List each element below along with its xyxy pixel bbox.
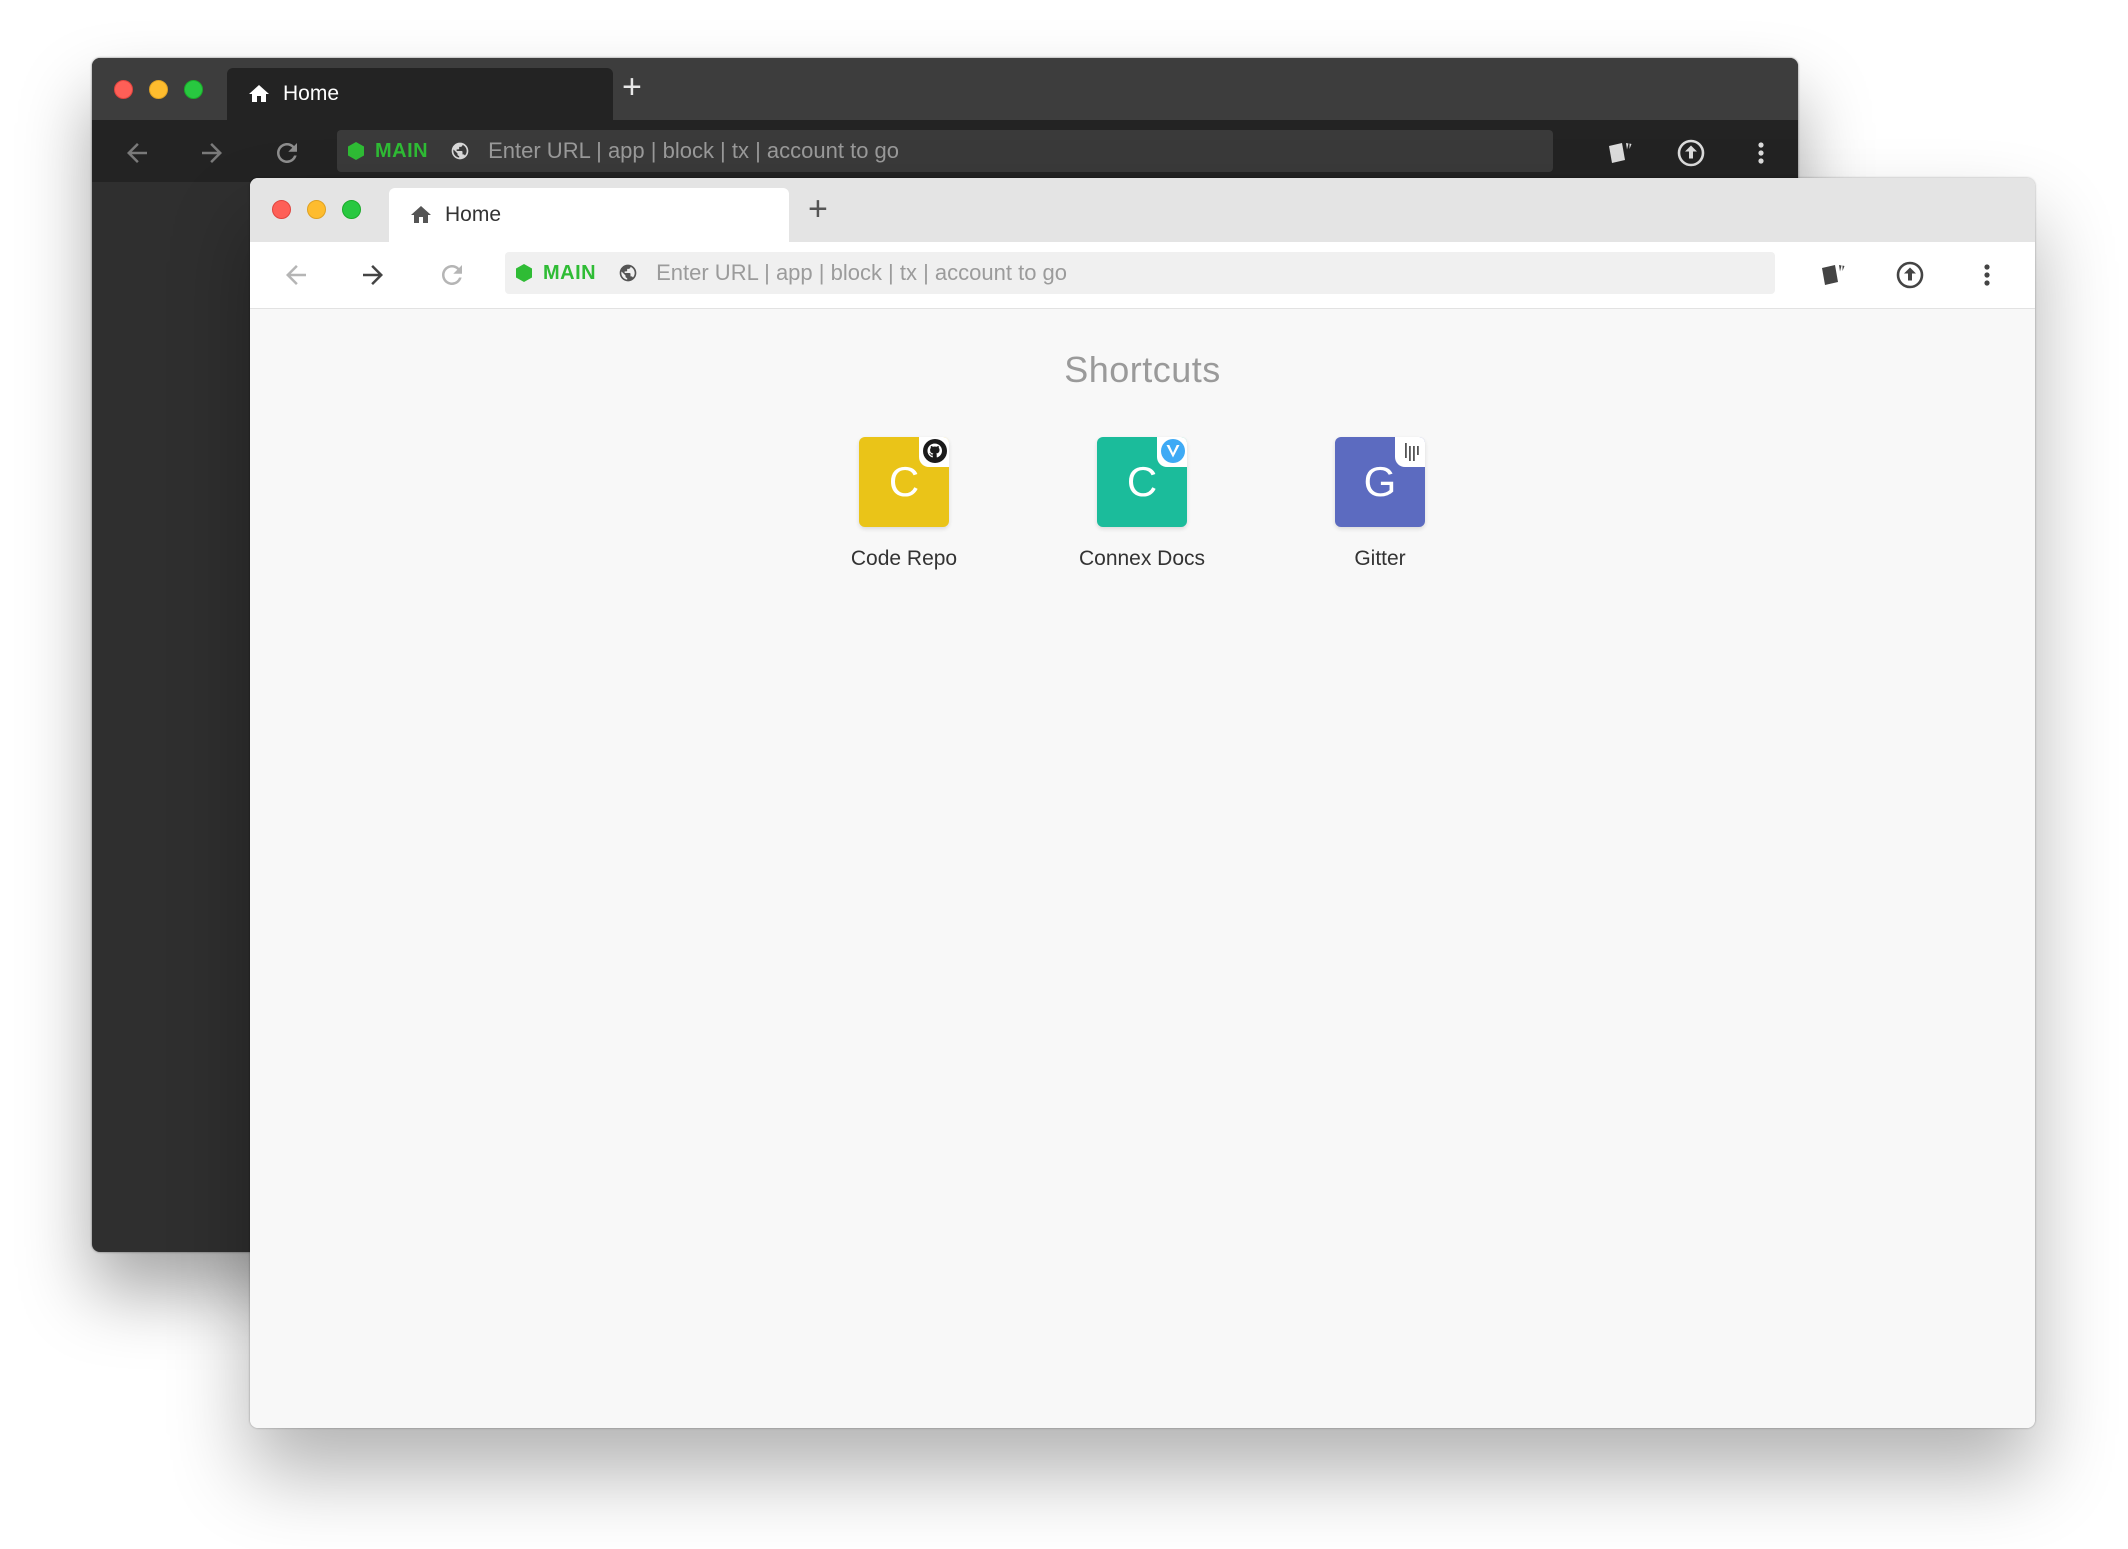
shortcut-label: Connex Docs xyxy=(1078,547,1206,570)
wallet-icon[interactable] xyxy=(1604,137,1636,169)
shortcut-label: Code Repo xyxy=(850,547,958,570)
home-icon xyxy=(247,82,271,106)
minimize-button[interactable] xyxy=(307,200,326,219)
home-icon xyxy=(409,203,433,227)
back-arrow-icon[interactable] xyxy=(122,138,152,173)
page-content: Shortcuts C Code Repo C Connex Docs G Gi… xyxy=(250,309,2035,1428)
shortcut-gitter[interactable]: G Gitter xyxy=(1300,437,1460,571)
address-bar[interactable]: MAIN Enter URL | app | block | tx | acco… xyxy=(505,252,1775,294)
shortcut-tile[interactable]: C xyxy=(1097,437,1187,527)
window-controls xyxy=(272,200,361,219)
github-icon xyxy=(919,437,949,467)
shortcut-letter: C xyxy=(1126,458,1158,505)
window-controls xyxy=(114,80,203,99)
shortcut-label: Gitter xyxy=(1354,547,1406,570)
shortcut-code-repo[interactable]: C Code Repo xyxy=(824,437,984,571)
shortcut-tile[interactable]: G xyxy=(1335,437,1425,527)
shortcut-letter: G xyxy=(1363,458,1397,505)
more-vert-icon[interactable] xyxy=(1971,259,2003,291)
upload-circle-icon[interactable] xyxy=(1675,137,1707,169)
zoom-button[interactable] xyxy=(184,80,203,99)
minimize-button[interactable] xyxy=(149,80,168,99)
url-placeholder: Enter URL | app | block | tx | account t… xyxy=(656,260,1068,285)
zoom-button[interactable] xyxy=(342,200,361,219)
new-tab-button[interactable]: + xyxy=(808,192,828,226)
tab-home[interactable]: Home xyxy=(227,68,613,120)
shortcut-connex-docs[interactable]: C Connex Docs xyxy=(1062,437,1222,571)
forward-arrow-icon[interactable] xyxy=(358,260,388,295)
network-label: MAIN xyxy=(375,139,429,162)
tab-label: Home xyxy=(283,82,340,105)
tab-bar: Home + xyxy=(92,58,1798,120)
toolbar: MAIN Enter URL | app | block | tx | acco… xyxy=(250,242,2035,309)
tab-bar: Home + xyxy=(250,178,2035,242)
globe-icon xyxy=(450,141,470,161)
network-label: MAIN xyxy=(543,261,597,284)
network-status-icon xyxy=(347,141,365,161)
wallet-icon[interactable] xyxy=(1817,259,1849,291)
forward-arrow-icon[interactable] xyxy=(197,138,227,173)
tab-home[interactable]: Home xyxy=(389,188,789,242)
more-vert-icon[interactable] xyxy=(1745,137,1777,169)
close-button[interactable] xyxy=(114,80,133,99)
vuepress-icon xyxy=(1157,437,1187,467)
globe-icon xyxy=(618,263,638,283)
close-button[interactable] xyxy=(272,200,291,219)
gitter-icon xyxy=(1395,437,1425,467)
url-placeholder: Enter URL | app | block | tx | account t… xyxy=(488,138,900,163)
back-arrow-icon[interactable] xyxy=(281,260,311,295)
reload-icon[interactable] xyxy=(272,138,302,173)
new-tab-button[interactable]: + xyxy=(622,70,642,104)
toolbar: MAIN Enter URL | app | block | tx | acco… xyxy=(92,120,1798,182)
shortcuts-title: Shortcuts xyxy=(1064,349,1221,390)
upload-circle-icon[interactable] xyxy=(1894,259,1926,291)
reload-icon[interactable] xyxy=(437,260,467,295)
address-bar[interactable]: MAIN Enter URL | app | block | tx | acco… xyxy=(337,130,1553,172)
network-status-icon xyxy=(515,263,533,283)
shortcut-tile[interactable]: C xyxy=(859,437,949,527)
tab-label: Home xyxy=(445,203,502,226)
front-browser-window: Home + MAIN Enter URL | app | block | tx xyxy=(250,178,2035,1428)
shortcut-letter: C xyxy=(888,458,920,505)
